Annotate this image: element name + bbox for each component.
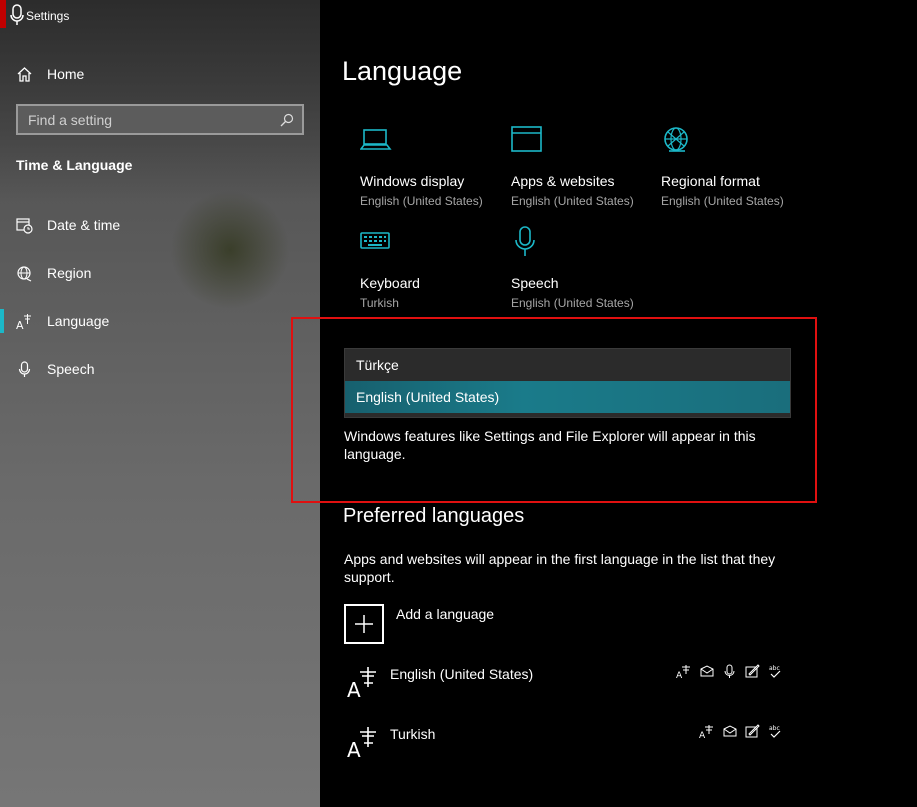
sidebar: Settings Home Find a setting Time & Lang… (0, 0, 320, 807)
sidebar-item-language[interactable]: A Language (16, 309, 109, 333)
tile-subtitle: English (United States) (360, 194, 483, 208)
language-features: A abc (699, 724, 783, 739)
tile-name: Regional format (661, 173, 760, 189)
page-title: Language (342, 56, 463, 86)
tile-subtitle: English (United States) (511, 296, 634, 310)
globe-icon (664, 127, 688, 152)
tile-name: Speech (511, 275, 559, 291)
display-language-icon: A (699, 725, 713, 739)
language-item-english[interactable]: A English (United States) A abc (346, 664, 786, 704)
tile-keyboard[interactable]: Keyboard Turkish (360, 222, 420, 310)
text-to-speech-icon (700, 665, 714, 677)
preferred-languages-description: Apps and websites will appear in the fir… (344, 551, 776, 585)
preferred-languages-heading: Preferred languages (343, 505, 525, 527)
tile-name: Apps & websites (511, 173, 615, 189)
plus-icon (355, 615, 373, 633)
laptop-icon (359, 129, 392, 150)
home-icon (17, 66, 32, 82)
sidebar-item-label: Speech (47, 361, 95, 377)
svg-text:A: A (16, 319, 24, 330)
microphone-icon (18, 360, 31, 377)
settings-app-icon (10, 4, 24, 25)
sidebar-item-speech[interactable]: Speech (16, 357, 94, 381)
handwriting-icon (745, 724, 760, 738)
search-input[interactable]: Find a setting (16, 104, 304, 135)
microphone-icon (515, 226, 535, 256)
add-language-button[interactable]: Add a language (344, 604, 494, 644)
tile-subtitle: English (United States) (511, 194, 634, 208)
sidebar-section-title: Time & Language (16, 157, 133, 173)
svg-text:A: A (699, 731, 706, 739)
tile-windows-display[interactable]: Windows display English (United States) (359, 120, 483, 208)
annotation-highlight-box (291, 317, 817, 503)
tile-name: Keyboard (360, 275, 420, 291)
language-item-turkish[interactable]: A Turkish A abc (346, 724, 786, 764)
tile-subtitle: English (United States) (661, 194, 784, 208)
add-icon-box (344, 604, 384, 644)
window-title: Settings (26, 9, 70, 23)
sidebar-item-date-time[interactable]: Date & time (16, 213, 120, 237)
tile-speech[interactable]: Speech English (United States) (511, 222, 634, 310)
spell-check-icon: abc (769, 725, 781, 738)
display-language-icon: A (676, 665, 690, 679)
keyboard-icon (360, 232, 390, 249)
selected-indicator (0, 309, 4, 333)
language-name: Turkish (390, 726, 436, 742)
speech-recognition-icon (724, 664, 735, 678)
calendar-clock-icon (16, 217, 33, 234)
svg-text:abc: abc (769, 725, 780, 732)
search-placeholder: Find a setting (28, 111, 113, 128)
svg-text:abc: abc (769, 665, 780, 672)
nav-home-label: Home (47, 66, 85, 82)
globe-icon (17, 265, 32, 282)
nav-home[interactable]: Home (16, 62, 84, 86)
tile-subtitle: Turkish (360, 296, 399, 310)
sidebar-item-region[interactable]: Region (16, 261, 91, 285)
svg-text:A: A (347, 738, 361, 760)
language-glyph-icon: A (347, 727, 376, 760)
sidebar-item-label: Region (47, 265, 92, 281)
title-bar: Settings (0, 0, 320, 34)
spell-check-icon: abc (769, 665, 781, 678)
tile-apps-websites[interactable]: Apps & websites English (United States) (511, 120, 634, 208)
background-blur (170, 190, 290, 310)
sidebar-item-label: Date & time (47, 217, 121, 233)
svg-text:A: A (676, 671, 683, 679)
sidebar-item-label: Language (47, 313, 110, 329)
handwriting-icon (745, 664, 760, 678)
tile-name: Windows display (360, 173, 465, 189)
add-language-label: Add a language (396, 606, 495, 622)
language-name: English (United States) (390, 666, 534, 682)
language-glyph-icon: A (347, 667, 376, 700)
language-icon: A (16, 313, 31, 330)
browser-window-icon (511, 126, 542, 152)
svg-text:A: A (347, 678, 361, 700)
search-icon (280, 113, 294, 126)
title-accent (0, 0, 6, 28)
tile-regional-format[interactable]: Regional format English (United States) (661, 120, 784, 208)
text-to-speech-icon (723, 725, 737, 737)
language-features: A abc (676, 664, 783, 679)
